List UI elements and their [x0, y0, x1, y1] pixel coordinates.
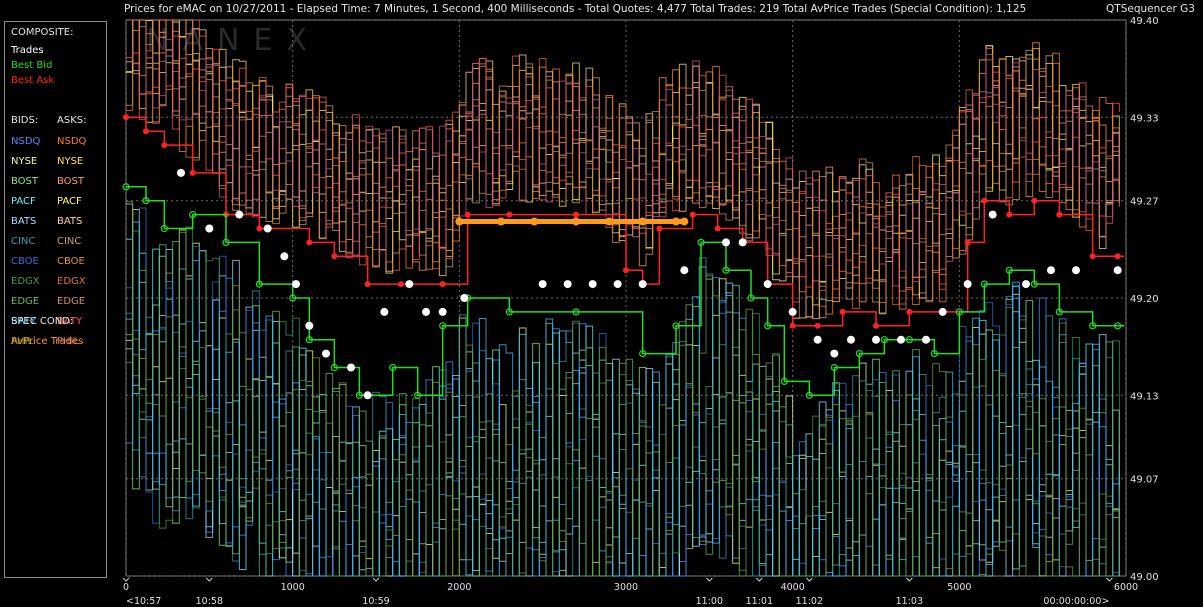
time-label: <10:57: [126, 596, 161, 607]
best-ask-point: [256, 225, 263, 232]
trade-point: [588, 280, 597, 289]
trade-point: [563, 280, 572, 289]
time-label: 10:59: [362, 596, 389, 607]
trade-point: [872, 335, 880, 344]
trade-point: [1113, 266, 1122, 275]
y-tick-label: 49.13: [1130, 391, 1159, 402]
y-tick-label: 49.33: [1130, 113, 1159, 124]
trade-point: [438, 307, 447, 316]
time-label: 11:00: [696, 596, 723, 607]
best-ask-point: [1114, 253, 1121, 260]
best-ask-point: [814, 322, 821, 329]
trade-point: [938, 307, 947, 316]
best-ask-point: [789, 322, 796, 329]
y-tick-label: 49.40: [1130, 16, 1159, 27]
best-ask-point: [161, 142, 168, 149]
trade-point: [380, 307, 389, 316]
time-marker: [1105, 577, 1113, 582]
best-ask-point: [839, 308, 846, 315]
x-tick-label: 4000: [781, 582, 805, 593]
best-ask-point: [1089, 253, 1096, 260]
trade-point: [405, 280, 414, 289]
time-marker: [122, 577, 130, 582]
trade-point: [763, 280, 772, 289]
time-marker: [755, 577, 763, 582]
trade-point: [788, 307, 797, 316]
time-label: 11:01: [746, 596, 773, 607]
time-label: 11:02: [796, 596, 823, 607]
trade-point: [1072, 266, 1080, 275]
trade-point: [613, 280, 622, 289]
trade-point: [322, 349, 330, 358]
best-ask-point: [689, 211, 696, 218]
x-tick-label: 5000: [947, 582, 971, 593]
trade-point: [738, 238, 747, 247]
trade-point: [847, 335, 855, 344]
trade-point: [280, 252, 289, 261]
best-ask-point: [1031, 197, 1038, 204]
trade-point: [813, 335, 822, 344]
trade-point: [638, 280, 647, 289]
best-ask-point: [1006, 211, 1013, 218]
time-marker: [372, 577, 380, 582]
best-ask-point: [331, 253, 338, 260]
y-tick-label: 49.20: [1130, 294, 1159, 305]
trade-point: [460, 294, 469, 302]
trade-point: [347, 363, 355, 372]
best-ask-point: [189, 169, 196, 176]
best-ask-point: [656, 225, 663, 232]
trade-point: [363, 391, 372, 400]
trade-point: [177, 168, 185, 177]
trade-point: [830, 349, 839, 358]
trade-point: [305, 321, 314, 330]
best-ask-point: [873, 322, 879, 329]
best-ask-point: [398, 281, 404, 288]
x-tick-label: 2000: [447, 582, 471, 593]
best-ask-point: [623, 267, 629, 274]
time-marker: [905, 577, 913, 582]
best-ask-point: [364, 281, 371, 288]
time-label: 00:00:00:00>: [1043, 596, 1109, 607]
x-tick-label: 6000: [1114, 582, 1138, 593]
best-ask-point: [906, 308, 913, 315]
best-ask-point: [981, 197, 988, 204]
best-ask-point: [1056, 211, 1063, 218]
best-ask-point: [714, 225, 721, 232]
trade-point: [205, 224, 214, 233]
best-ask-point: [439, 281, 446, 288]
x-tick-label: 1000: [281, 582, 305, 593]
best-ask-point: [143, 128, 149, 135]
best-ask-point: [964, 239, 971, 246]
best-ask-point: [506, 211, 513, 218]
trade-point: [292, 280, 300, 289]
trade-point: [988, 210, 997, 219]
trade-point: [922, 335, 930, 344]
best-ask-point: [573, 211, 579, 218]
time-marker: [205, 577, 213, 582]
time-marker: [805, 577, 813, 582]
trade-point: [263, 224, 272, 233]
best-ask-point: [464, 211, 471, 218]
trade-point: [722, 238, 730, 247]
trade-point: [538, 280, 547, 289]
time-marker: [705, 577, 713, 582]
best-ask-point: [306, 239, 313, 246]
y-tick-label: 49.27: [1130, 197, 1159, 208]
trade-point: [1022, 280, 1030, 289]
time-label: 11:03: [896, 596, 923, 607]
y-tick-label: 49.07: [1130, 475, 1159, 486]
trade-point: [422, 307, 430, 316]
trade-point: [1047, 266, 1055, 275]
trade-point: [897, 335, 905, 344]
time-label: 10:58: [196, 596, 223, 607]
x-tick-label: 0: [123, 582, 129, 593]
best-ask-point: [123, 114, 129, 121]
x-tick-label: 3000: [614, 582, 638, 593]
trade-point: [235, 210, 244, 219]
trade-point: [963, 280, 972, 289]
trade-point: [680, 266, 689, 275]
price-chart: NANEX49.4049.3349.2749.2049.1349.0749.00…: [122, 16, 1159, 607]
